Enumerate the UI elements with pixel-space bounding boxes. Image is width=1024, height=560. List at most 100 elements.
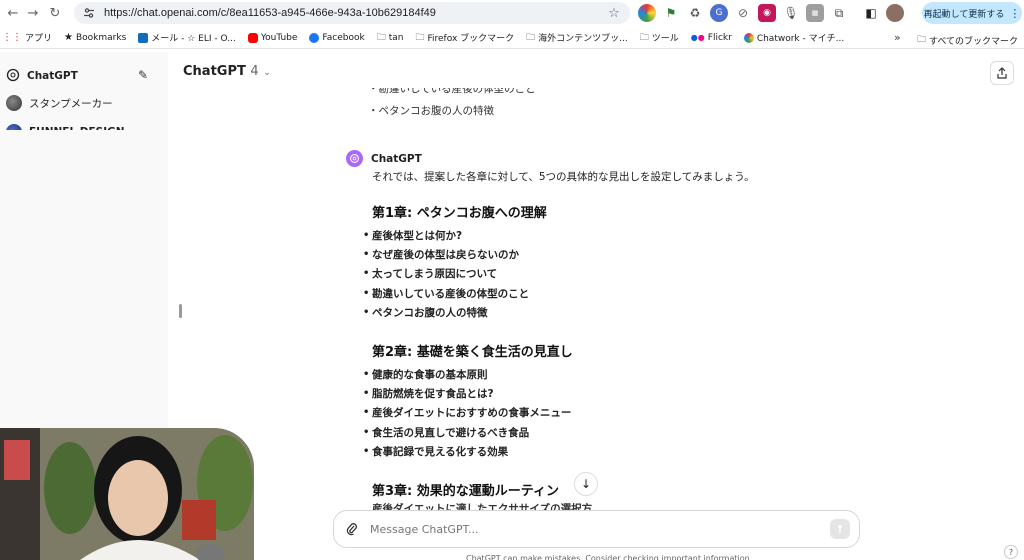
extension-color-icon[interactable]	[638, 4, 656, 22]
bookmark-label: ツール	[651, 34, 679, 44]
bookmarks-bar: ⋮⋮ アプリ ★ Bookmarks メール - ☆ ELI - O... Yo…	[0, 27, 1024, 49]
folder-icon: 🗀	[526, 32, 536, 43]
outlook-icon	[138, 32, 149, 43]
bookmark-label: 海外コンテンツブッ...	[538, 34, 628, 44]
list-item: 産後体型とは何か?	[363, 226, 832, 246]
side-panel-icon[interactable]: ◧	[862, 4, 880, 22]
sidebar-item-chatgpt[interactable]: ChatGPT	[6, 66, 78, 86]
assistant-header: ChatGPT	[346, 150, 422, 167]
extension-camera-icon[interactable]: ◉	[758, 4, 776, 22]
all-bookmarks-label: すべてのブックマーク	[928, 36, 1018, 47]
site-info-icon[interactable]	[82, 6, 96, 20]
chapter-heading: 第1章: ペタンコお腹への理解	[372, 206, 547, 221]
send-button[interactable]: ↑	[830, 519, 850, 539]
flickr-icon: ●●	[690, 33, 705, 42]
list-item: 脂肪燃焼を促す食品とは?	[363, 384, 832, 404]
share-icon	[997, 67, 1007, 79]
star-icon: ★	[64, 32, 73, 43]
list-item: 食事記録で見える化する効果	[363, 442, 832, 462]
browser-toolbar: ← → ↻ https://chat.openai.com/c/8ea11653…	[0, 0, 1024, 26]
bookmark-bookmarks[interactable]: ★ Bookmarks	[64, 32, 126, 43]
webcam-overlay	[0, 428, 254, 560]
partially-visible-line: 産後ダイエットに適したエクササイズの選択方	[372, 503, 593, 510]
chapter-heading: 第2章: 基礎を築く食生活の見直し	[372, 344, 573, 360]
folder-icon: 🗀	[376, 32, 386, 43]
list-item: なぜ産後の体型は戻らないのか	[363, 245, 832, 265]
openai-logo-icon	[6, 68, 20, 85]
bookmark-label: アプリ	[25, 34, 53, 44]
relaunch-update-button[interactable]: 再起動して更新する ⋮	[922, 2, 1022, 24]
url-text: https://chat.openai.com/c/8ea11653-a945-…	[104, 7, 436, 19]
extension-translate-icon[interactable]: G	[710, 4, 728, 22]
attach-button[interactable]	[334, 522, 370, 536]
extension-compass-icon[interactable]: ⊘	[734, 4, 752, 22]
share-button[interactable]	[990, 61, 1014, 85]
reload-icon[interactable]: ↻	[44, 2, 66, 24]
chapter-list: 産後体型とは何か? なぜ産後の体型は戻らないのか 太ってしまう原因について 勘違…	[363, 226, 832, 323]
model-name: ChatGPT	[183, 64, 246, 79]
sidebar-item-label: ChatGPT	[27, 70, 78, 82]
extensions-puzzle-icon[interactable]: ⧉	[830, 4, 848, 22]
bookmark-label: メール - ☆ ELI - O...	[151, 34, 236, 44]
bookmark-folder-overseas[interactable]: 🗀 海外コンテンツブッ...	[526, 30, 628, 46]
facebook-icon	[309, 32, 320, 43]
help-button[interactable]: ?	[1004, 545, 1018, 559]
bookmark-label: Chatwork - マイチ...	[756, 34, 845, 44]
gpt-avatar	[6, 95, 22, 111]
bookmark-facebook[interactable]: Facebook	[309, 32, 365, 43]
bookmark-apps[interactable]: ⋮⋮ アプリ	[2, 31, 52, 44]
youtube-icon	[247, 32, 258, 43]
bookmark-chatwork[interactable]: Chatwork - マイチ...	[743, 31, 845, 44]
model-selector[interactable]: ChatGPT 4 ⌄	[183, 64, 271, 79]
bookmark-mail[interactable]: メール - ☆ ELI - O...	[138, 31, 236, 44]
bookmark-label: Firefox ブックマーク	[427, 34, 515, 44]
presenter-video	[0, 428, 254, 560]
list-item: 太ってしまう原因について	[363, 264, 832, 284]
list-item: 食生活の見直しで避けるべき食品	[363, 422, 832, 443]
sidebar-item-label: スタンプメーカー	[29, 97, 113, 110]
bookmark-label: Flickr	[707, 32, 732, 43]
chevron-down-icon: ⌄	[263, 68, 271, 78]
paperclip-icon	[346, 523, 357, 536]
extension-recycle-icon[interactable]: ♻	[686, 4, 704, 22]
forward-icon[interactable]: →	[22, 2, 44, 24]
bookmark-folder-tools[interactable]: 🗀 ツール	[640, 30, 679, 46]
message-input[interactable]	[370, 522, 830, 536]
bookmark-youtube[interactable]: YouTube	[247, 32, 297, 43]
list-item: 産後ダイエットにおすすめの食事メニュー	[363, 403, 832, 423]
address-bar[interactable]: https://chat.openai.com/c/8ea11653-a945-…	[74, 2, 630, 24]
message-intro: それでは、提案した各章に対して、5つの具体的な見出しを設定してみましょう。	[372, 171, 755, 183]
chatgpt-logo-icon	[346, 150, 363, 167]
list-item: 健康的な食事の基本原則	[363, 365, 832, 385]
previous-line: ・勘違いしている産後の体型のこと	[368, 88, 536, 95]
new-chat-edit-icon[interactable]: ✎	[138, 68, 148, 82]
back-icon[interactable]: ←	[2, 2, 24, 24]
folder-icon: 🗀	[415, 32, 425, 43]
bookmark-flickr[interactable]: ●● Flickr	[691, 33, 732, 43]
previous-message-tail: ・勘違いしている産後の体型のこと ・ペタンコお腹の人の特徴	[368, 88, 788, 121]
all-bookmarks[interactable]: 🗀 すべてのブックマーク	[917, 32, 1018, 48]
model-version: 4	[250, 64, 259, 79]
bookmark-label: Facebook	[322, 32, 365, 43]
more-bookmarks-icon[interactable]: »	[894, 31, 901, 44]
sidebar-toggle-handle[interactable]	[179, 304, 182, 318]
bookmark-folder-tan[interactable]: 🗀 tan	[377, 30, 404, 46]
bookmark-folder-firefox[interactable]: 🗀 Firefox ブックマーク	[415, 30, 514, 46]
sidebar-scroll-mask	[0, 130, 168, 142]
bookmark-star-icon[interactable]: ☆	[604, 6, 624, 21]
microphone-icon[interactable]: 🎙	[782, 4, 800, 22]
list-item: 勘違いしている産後の体型のこと	[363, 284, 832, 304]
previous-line: ・ペタンコお腹の人の特徴	[368, 105, 494, 117]
folder-icon: 🗀	[916, 35, 926, 45]
sidebar-item-stamp-maker[interactable]: スタンプメーカー	[6, 93, 113, 113]
profile-avatar[interactable]	[886, 4, 904, 22]
extension-box-icon[interactable]: ▦	[806, 4, 824, 22]
assistant-message: それでは、提案した各章に対して、5つの具体的な見出しを設定してみましょう。 第1…	[363, 170, 832, 505]
assistant-name: ChatGPT	[371, 152, 422, 165]
chatwork-icon	[743, 32, 754, 43]
chapter-heading: 第3章: 効果的な運動ルーティン	[372, 483, 559, 499]
extension-leaf-icon[interactable]: ⚑	[662, 4, 680, 22]
scroll-to-bottom-button[interactable]: ↓	[574, 472, 598, 496]
kebab-menu-icon[interactable]: ⋮	[1009, 7, 1020, 20]
chapter-list: 健康的な食事の基本原則 脂肪燃焼を促す食品とは? 産後ダイエットにおすすめの食事…	[363, 365, 832, 462]
